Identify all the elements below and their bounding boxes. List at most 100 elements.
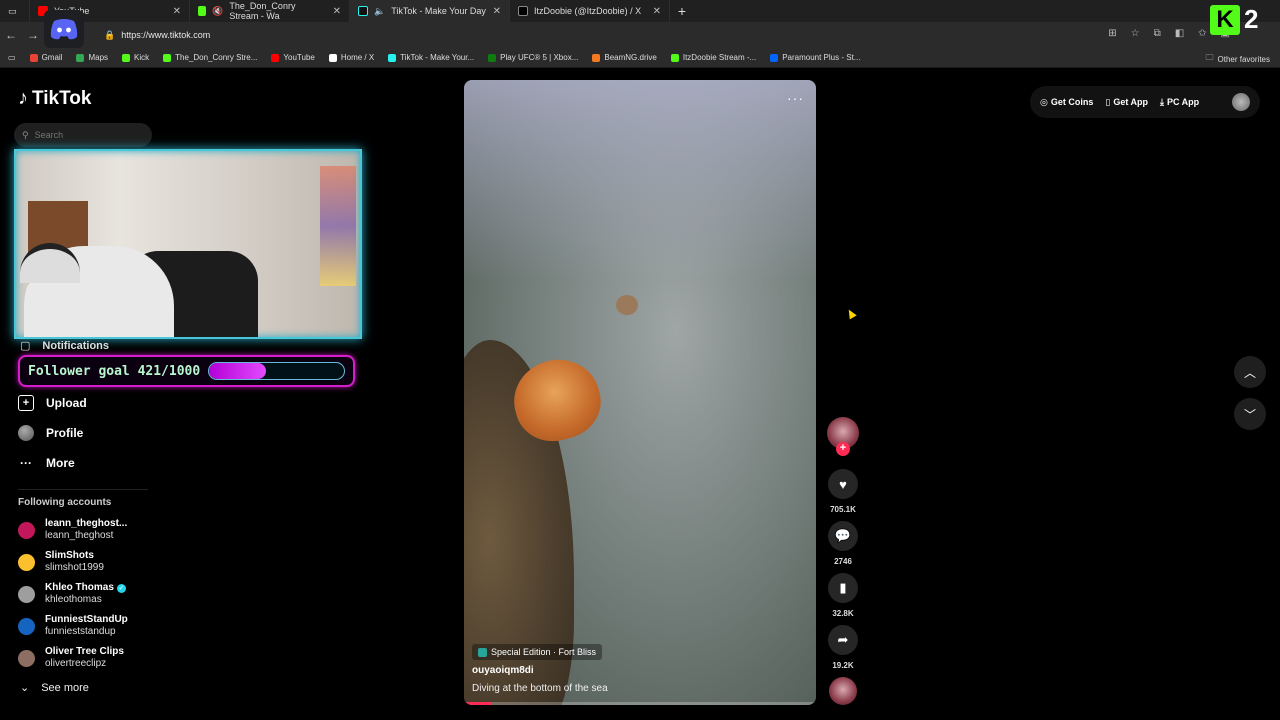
more-options-icon[interactable]: ··· — [787, 90, 804, 106]
close-tab-icon[interactable]: ✕ — [493, 6, 501, 17]
bookmark-home-x[interactable]: Home / X — [328, 53, 374, 62]
get-app-button[interactable]: ▯ Get App — [1105, 97, 1148, 108]
kick-count: 2 — [1244, 4, 1259, 34]
app-available-icon[interactable]: ⊞ — [1108, 28, 1116, 39]
bookmark-label: Kick — [134, 53, 150, 62]
following-account[interactable]: leann_theghost... leann_theghost — [18, 518, 127, 542]
video-author[interactable]: ouyaoiqm8di — [472, 665, 534, 676]
bookmark-gmail[interactable]: Gmail — [29, 53, 63, 62]
phone-icon: ▯ — [1105, 96, 1111, 107]
creator-avatar-button[interactable]: + — [826, 417, 860, 456]
following-account[interactable]: FunniestStandUp funnieststandup — [18, 614, 128, 638]
url-field[interactable]: 🔒 https://www.tiktok.com — [104, 30, 210, 41]
sound-disc-button[interactable] — [826, 677, 860, 705]
forward-arrow-icon[interactable]: → — [22, 28, 44, 42]
other-favorites-folder[interactable]: 🗀 Other favorites — [1206, 52, 1270, 66]
kick-icon — [163, 53, 172, 62]
video-progress-bar[interactable] — [464, 702, 816, 705]
reading-list-icon[interactable]: ▭ — [8, 53, 16, 62]
save-button[interactable]: ▮ 32.8K — [826, 573, 860, 618]
webcam-poster — [320, 166, 356, 286]
bookmark-don-conry[interactable]: The_Don_Conry Stre... — [163, 53, 257, 62]
bookmark-paramount[interactable]: Paramount Plus - St... — [770, 53, 860, 62]
nav-label: Notifications — [42, 339, 110, 352]
account-handle: funnieststandup — [45, 626, 116, 637]
nav-profile[interactable]: Profile — [18, 425, 83, 441]
inbox-icon: ▢ — [20, 340, 31, 352]
tab-title: TikTok - Make Your Day — [391, 6, 486, 16]
follower-goal-fill — [209, 363, 266, 379]
gmail-icon — [29, 53, 38, 62]
tab-title: The_Don_Conry Stream - Wa — [229, 1, 296, 21]
mouse-cursor — [845, 307, 857, 320]
video-light — [464, 80, 816, 280]
chevron-up-icon: ︿ — [1243, 365, 1256, 380]
x-icon — [328, 53, 337, 62]
following-account[interactable]: SlimShots slimshot1999 — [18, 550, 104, 574]
save-count: 32.8K — [832, 609, 854, 618]
tab-bar: ▭ YouTube ✕ 🔇 The_Don_Conry Stream - Wa … — [0, 0, 1280, 22]
logo-text: TikTok — [32, 87, 92, 109]
other-favorites-label: Other favorites — [1217, 54, 1270, 64]
next-video-button[interactable]: ﹀ — [1234, 398, 1266, 430]
following-account[interactable]: Oliver Tree Clips olivertreeclipz — [18, 646, 124, 670]
extensions-icon[interactable]: ⧉ — [1154, 28, 1161, 39]
bookmark-youtube[interactable]: YouTube — [271, 53, 315, 62]
bookmark-tiktok[interactable]: TikTok - Make Your... — [388, 53, 474, 62]
nav-upload[interactable]: + Upload — [18, 395, 87, 411]
comment-count: 2746 — [834, 557, 852, 566]
search-box[interactable]: ⚲ — [14, 123, 152, 147]
nav-notifications[interactable]: ▢ Notifications — [20, 339, 110, 353]
close-tab-icon[interactable]: ✕ — [333, 6, 341, 17]
tiktok-icon — [388, 53, 397, 62]
new-tab-button[interactable]: + — [670, 3, 694, 19]
favorite-star-icon[interactable]: ☆ — [1131, 28, 1140, 39]
kick-logo-icon: K — [1210, 4, 1240, 35]
bookmark-label: ItzDoobie Stream -... — [682, 53, 757, 62]
share-count: 19.2K — [832, 661, 854, 670]
split-screen-icon[interactable]: ◧ — [1175, 28, 1184, 39]
video-player[interactable]: ··· Special Edition · Fort Bliss ouyaoiq… — [464, 80, 816, 705]
nav-more[interactable]: ··· More — [18, 455, 75, 471]
bookmark-label: Gmail — [41, 53, 63, 62]
search-input[interactable] — [34, 130, 135, 140]
favorites-icon[interactable]: ✩ — [1198, 28, 1206, 39]
bookmark-itzdoobie[interactable]: ItzDoobie Stream -... — [670, 53, 757, 62]
close-tab-icon[interactable]: ✕ — [173, 6, 181, 17]
creator-avatar: + — [827, 417, 859, 456]
video-effect-tag[interactable]: Special Edition · Fort Bliss — [472, 644, 603, 660]
chevron-down-icon: ﹀ — [1243, 407, 1256, 422]
follow-plus-icon[interactable]: + — [836, 442, 850, 456]
follower-goal-text: Follower goal 421/1000 — [28, 363, 201, 379]
audio-icon[interactable]: 🔈 — [374, 6, 385, 17]
tab-actions-button[interactable]: ▭ — [0, 0, 30, 22]
get-coins-button[interactable]: ◎ Get Coins — [1040, 97, 1093, 108]
url-text: https://www.tiktok.com — [121, 30, 211, 40]
share-button[interactable]: ➦ 19.2K — [826, 625, 860, 670]
maps-icon — [76, 53, 85, 62]
bookmark-beamng[interactable]: BeamNG.drive — [592, 53, 657, 62]
button-label: Get App — [1113, 97, 1148, 107]
account-avatar — [18, 617, 35, 635]
bookmark-kick[interactable]: Kick — [122, 53, 149, 62]
bookmark-ufc[interactable]: Play UFC® 5 | Xbox... — [488, 53, 578, 62]
tab-x[interactable]: ItzDoobie (@ItzDoobie) / X ✕ — [510, 0, 670, 22]
sidebar-divider — [18, 489, 148, 490]
muted-icon[interactable]: 🔇 — [212, 6, 223, 17]
youtube-icon — [271, 53, 280, 62]
webcam-overlay — [14, 149, 362, 339]
see-more-button[interactable]: ⌄ See more — [20, 681, 89, 695]
tab-don-conry[interactable]: 🔇 The_Don_Conry Stream - Wa ✕ — [190, 0, 350, 22]
following-account[interactable]: Khleo Thomas ✓ khleothomas — [18, 582, 126, 606]
previous-video-button[interactable]: ︿ — [1234, 356, 1266, 388]
back-arrow-icon[interactable]: ← — [0, 28, 22, 42]
tab-tiktok[interactable]: 🔈 TikTok - Make Your Day ✕ — [350, 0, 510, 22]
tiktok-logo[interactable]: ♪ TikTok — [18, 87, 91, 110]
user-avatar[interactable] — [1232, 93, 1250, 111]
pc-app-button[interactable]: ⤓ PC App — [1160, 97, 1199, 108]
close-tab-icon[interactable]: ✕ — [653, 6, 661, 17]
like-button[interactable]: ♥ 705.1K — [826, 469, 860, 514]
bookmark-maps[interactable]: Maps — [76, 53, 108, 62]
comment-button[interactable]: 💬 2746 — [826, 521, 860, 566]
bookmark-label: The_Don_Conry Stre... — [175, 53, 258, 62]
